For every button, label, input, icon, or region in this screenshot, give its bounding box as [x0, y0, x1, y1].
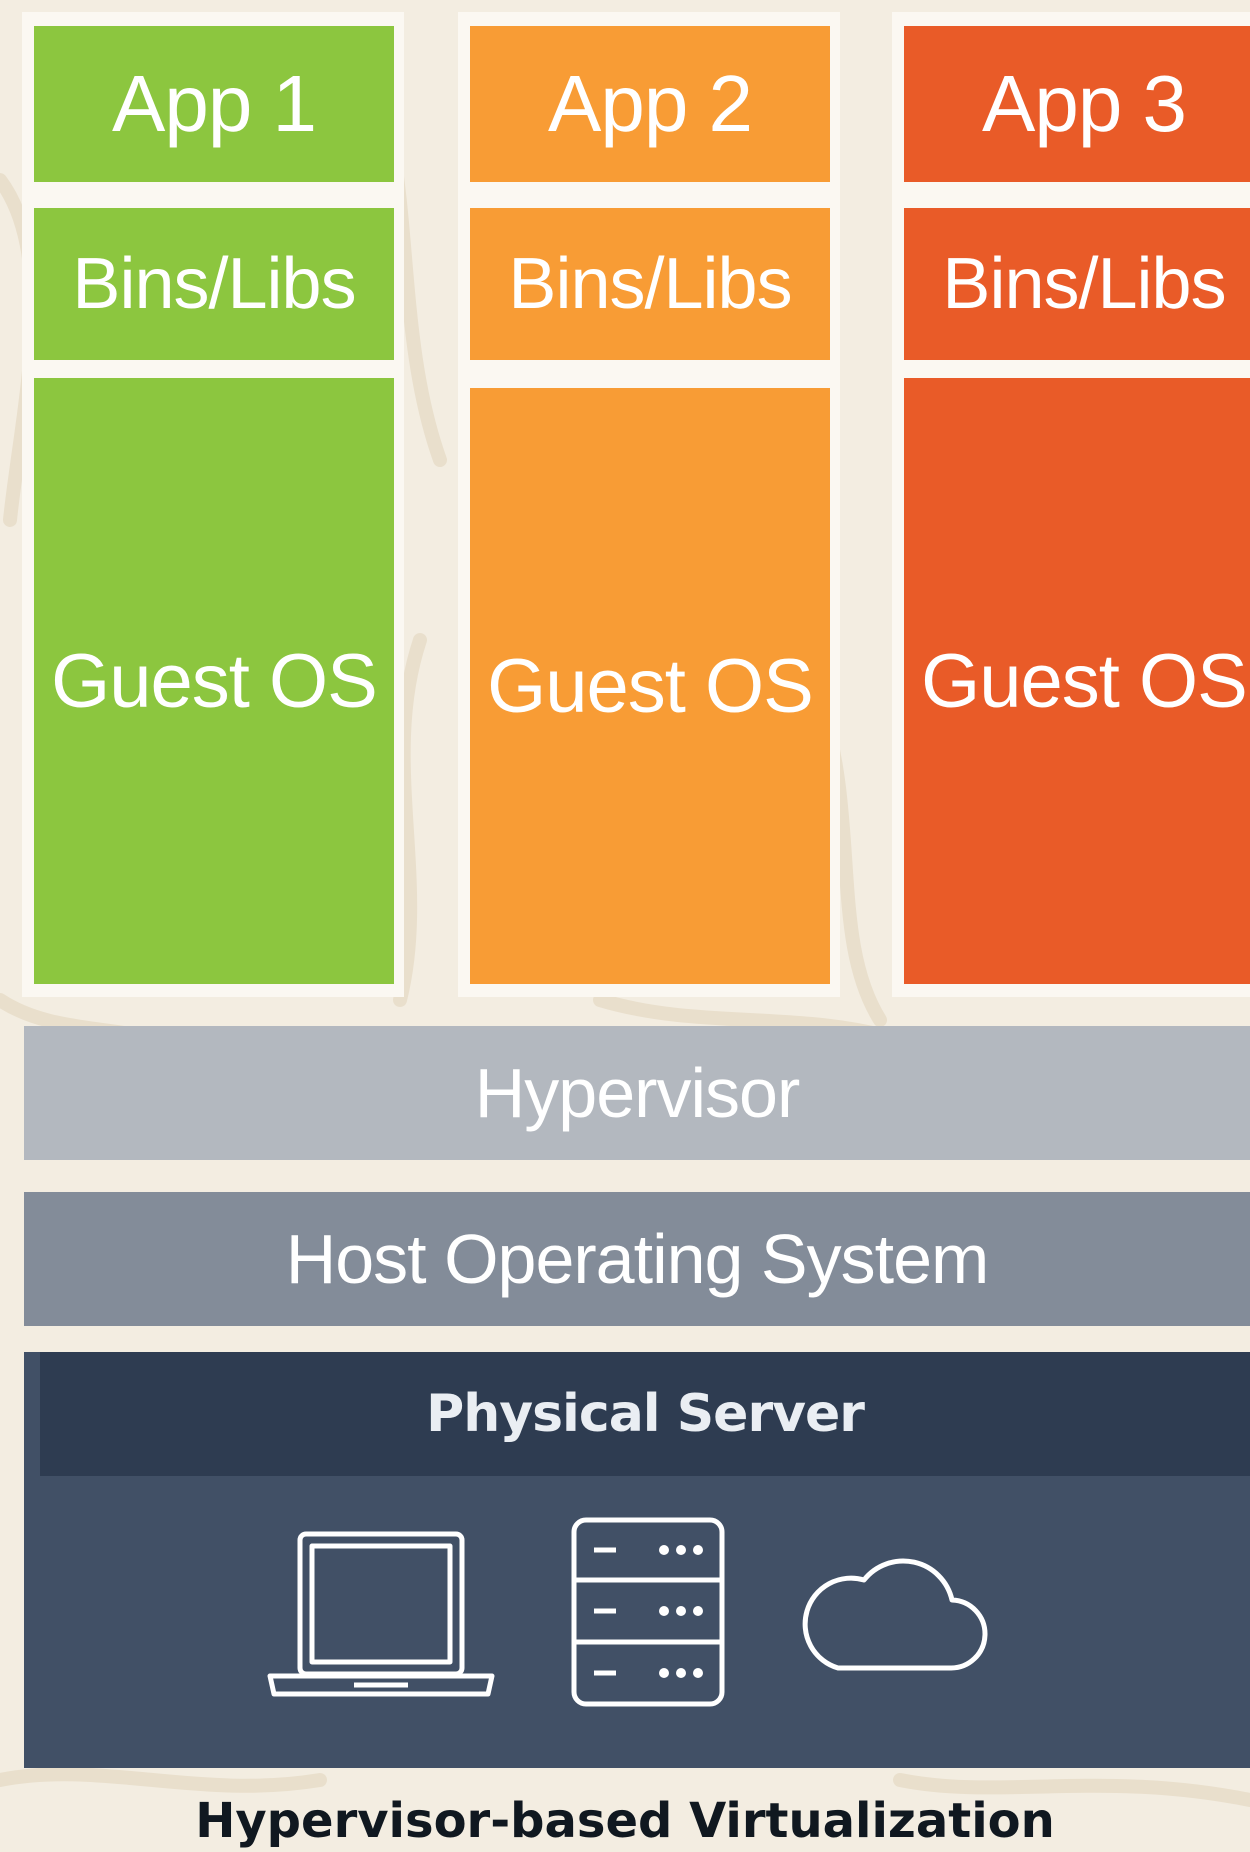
bins-libs-2-layer: Bins/Libs [470, 208, 830, 360]
vm-1-stack: App 1 Bins/Libs Guest OS [22, 12, 404, 997]
guest-os-2-layer: Guest OS [470, 388, 830, 984]
app-2-layer: App 2 [470, 26, 830, 182]
server-rack-icon [571, 1517, 725, 1707]
diagram-caption: Hypervisor-based Virtualization [195, 1793, 1055, 1849]
vm-2-stack: App 2 Bins/Libs Guest OS [458, 12, 840, 997]
app-1-layer: App 1 [34, 26, 394, 182]
bins-libs-1-layer: Bins/Libs [34, 208, 394, 360]
guest-os-1-layer: Guest OS [34, 378, 394, 984]
laptop-icon [267, 1531, 495, 1697]
app-3-layer: App 3 [904, 26, 1250, 182]
host-os-layer: Host Operating System [24, 1192, 1250, 1326]
physical-server-block: Physical Server [24, 1352, 1250, 1768]
cloud-icon [802, 1558, 988, 1671]
vm-3-stack: App 3 Bins/Libs Guest OS [892, 12, 1250, 997]
hypervisor-layer: Hypervisor [24, 1026, 1250, 1160]
physical-server-title: Physical Server [40, 1352, 1250, 1476]
physical-server-icons [24, 1476, 1250, 1768]
bins-libs-3-layer: Bins/Libs [904, 208, 1250, 360]
guest-os-3-layer: Guest OS [904, 378, 1250, 984]
